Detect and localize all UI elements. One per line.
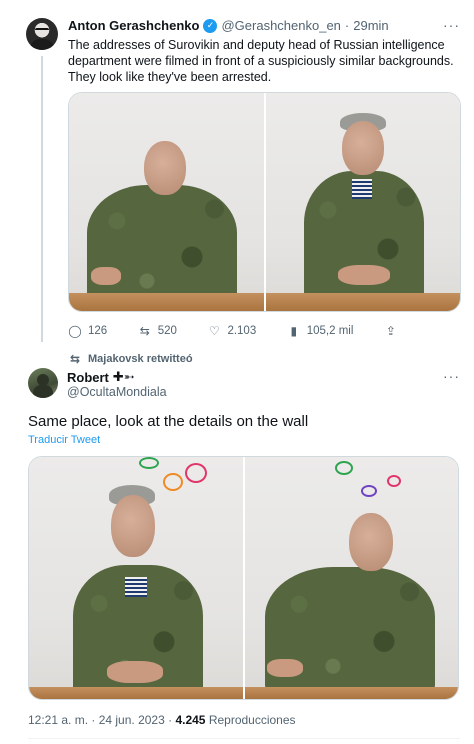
highlight-circle — [334, 461, 353, 475]
share-icon: ⇪ — [385, 324, 396, 338]
table-surface — [265, 293, 460, 311]
photo-deputy[interactable] — [29, 457, 243, 699]
more-options-icon[interactable]: ··· — [443, 17, 460, 33]
highlight-circle — [185, 463, 207, 483]
divider — [28, 738, 460, 739]
highlight-circle — [139, 457, 159, 469]
author-name[interactable]: Anton Gerashchenko — [68, 18, 199, 33]
tweet-text: Same place, look at the details on the w… — [28, 413, 309, 430]
tweet-timestamp[interactable]: 12:21 a. m. · 24 jun. 2023 · — [28, 713, 172, 727]
tweet-text: The addresses of Surovikin and deputy he… — [68, 38, 454, 84]
retweet-banner[interactable]: ⇆ Majakovsk retwitteó — [68, 352, 193, 366]
person-figure — [69, 485, 229, 695]
person-figure — [294, 113, 444, 303]
table-surface — [244, 687, 458, 699]
person-figure — [264, 513, 445, 693]
thread-connector-line — [41, 56, 43, 342]
author-handle[interactable]: @OcultaMondiala — [67, 385, 167, 399]
views-stat[interactable]: ▮ 105,2 mil — [287, 324, 354, 338]
highlight-circle — [386, 475, 401, 487]
tweet-header: Anton Gerashchenko ✓ @Gerashchenko_en · … — [68, 18, 389, 33]
reply-stat[interactable]: ◯ 126 — [68, 324, 107, 338]
avatar[interactable] — [28, 368, 58, 398]
author-name-row: Robert ✚➵ — [67, 369, 135, 385]
retweet-icon: ⇆ — [139, 324, 150, 338]
retweet-stat[interactable]: ⇆ 520 — [138, 324, 177, 338]
engagement-bar: ◯ 126 ⇆ 520 ♡ 2.103 ▮ 105,2 mil ⇪ — [68, 324, 398, 338]
heart-icon: ♡ — [209, 324, 220, 338]
tweet-time[interactable]: 29min — [353, 18, 388, 33]
table-surface — [69, 293, 264, 311]
author-handle[interactable]: @Gerashchenko_en — [221, 18, 340, 33]
like-stat[interactable]: ♡ 2.103 — [207, 324, 256, 338]
verified-badge-icon: ✓ — [203, 18, 218, 33]
retweet-icon: ⇆ — [69, 352, 81, 366]
highlight-circle — [360, 485, 377, 497]
author-name[interactable]: Robert — [67, 370, 109, 385]
avatar-shoulders — [30, 39, 54, 50]
person-figure — [87, 139, 247, 309]
tweet-media[interactable] — [68, 92, 461, 312]
separator: · — [344, 18, 350, 33]
tweet-media[interactable] — [28, 456, 459, 700]
avatar-figure-body — [33, 385, 53, 398]
tweet-metadata: 12:21 a. m. · 24 jun. 2023 · 4.245 Repro… — [28, 713, 296, 727]
views-icon: ▮ — [290, 324, 298, 338]
name-emoji: ✚➵ — [112, 369, 135, 384]
more-options-icon[interactable]: ··· — [443, 368, 460, 384]
views-label: Reproducciones — [208, 713, 296, 727]
retweet-banner-text: Majakovsk retwitteó — [88, 353, 193, 365]
retweet-count: 520 — [157, 325, 177, 337]
views-count: 4.245 — [175, 713, 206, 727]
views-count: 105,2 mil — [306, 325, 354, 337]
glasses-shape — [35, 28, 49, 32]
photo-deputy[interactable] — [265, 93, 460, 311]
reply-icon: ◯ — [68, 324, 82, 338]
reply-count: 126 — [88, 325, 108, 337]
translate-tweet-link[interactable]: Traducir Tweet — [28, 434, 100, 446]
photo-surovikin[interactable] — [244, 457, 458, 699]
like-count: 2.103 — [227, 325, 257, 337]
photo-surovikin[interactable] — [69, 93, 264, 311]
share-button[interactable]: ⇪ — [384, 324, 398, 338]
table-surface — [29, 687, 243, 699]
avatar[interactable] — [26, 18, 58, 50]
